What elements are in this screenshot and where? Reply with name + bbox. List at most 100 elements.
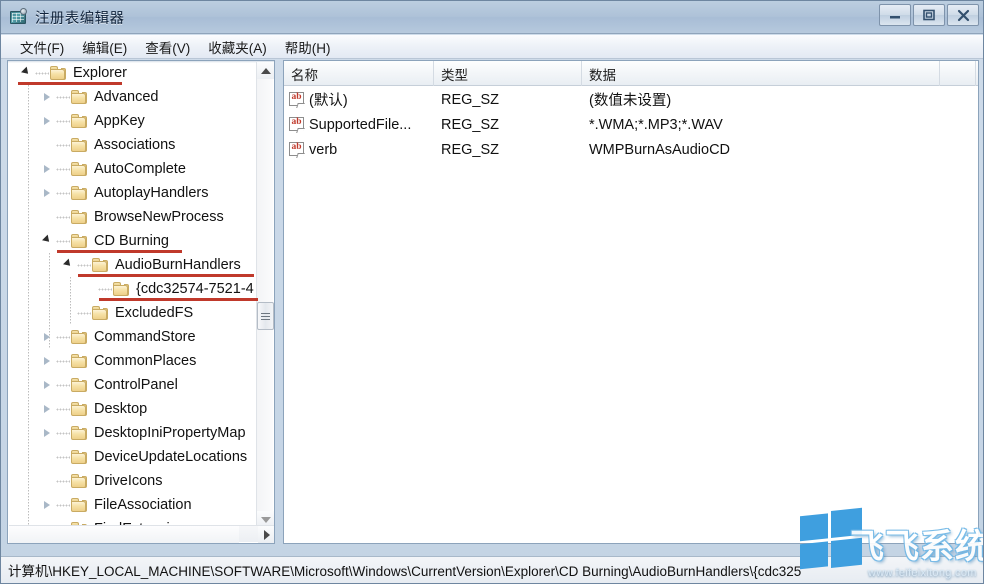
expand-arrow-icon[interactable] [39, 233, 55, 249]
tree-item-browsenewprocess[interactable]: BrowseNewProcess [8, 205, 258, 229]
values-column-headers: 名称 类型 数据 [284, 61, 978, 86]
tree-item-commonplaces[interactable]: CommonPlaces [8, 349, 258, 373]
table-row[interactable]: ab (默认) REG_SZ (数值未设置) [284, 87, 978, 112]
tree-scrollbar-thumb[interactable] [257, 302, 274, 330]
tree-connector-line [35, 65, 49, 81]
collapse-arrow-icon[interactable] [39, 329, 55, 345]
string-value-icon: ab [289, 117, 306, 133]
tree-item-label: ExcludedFS [115, 305, 194, 321]
values-rows: ab (默认) REG_SZ (数值未设置) ab SupportedFile... REG… [284, 87, 978, 162]
expand-arrow-icon[interactable] [60, 257, 76, 273]
tree-connector-line [56, 449, 70, 465]
tree-item-label: ControlPanel [94, 377, 178, 393]
column-header-name[interactable]: 名称 [284, 61, 434, 86]
tree-item-label: {cdc32574-7521-4 [136, 281, 254, 297]
registry-tree[interactable]: Explorer Advanced AppKey Associations AutoCo… [8, 61, 258, 527]
collapse-arrow-icon[interactable] [39, 161, 55, 177]
tree-item-advanced[interactable]: Advanced [8, 85, 258, 109]
tree-hscrollbar-thumb[interactable] [9, 526, 239, 543]
folder-icon [70, 209, 89, 225]
tree-item-excludedfs[interactable]: ExcludedFS [8, 301, 258, 325]
tree-connector-line [56, 425, 70, 441]
tree-item-associations[interactable]: Associations [8, 133, 258, 157]
tree-item-label: DriveIcons [94, 473, 163, 489]
tree-guide-line [70, 277, 71, 325]
annotation-underline [99, 298, 258, 301]
tree-item-label: FileAssociation [94, 497, 192, 513]
tree-item-driveicons[interactable]: DriveIcons [8, 469, 258, 493]
status-bar: 计算机\HKEY_LOCAL_MACHINE\SOFTWARE\Microsof… [1, 556, 983, 583]
tree-item-appkey[interactable]: AppKey [8, 109, 258, 133]
tree-connector-line [56, 353, 70, 369]
tree-item-autocomplete[interactable]: AutoComplete [8, 157, 258, 181]
column-header-data[interactable]: 数据 [582, 61, 940, 86]
scroll-up-arrow-icon[interactable] [257, 62, 274, 79]
tree-item-deviceupdatelocations[interactable]: DeviceUpdateLocations [8, 445, 258, 469]
tree-horizontal-scrollbar[interactable] [9, 525, 274, 543]
column-header-label: 名称 [291, 67, 318, 83]
string-value-icon: ab [289, 92, 306, 108]
folder-icon [70, 377, 89, 393]
tree-connector-line [77, 257, 91, 273]
close-button[interactable] [947, 4, 979, 26]
menu-edit[interactable]: 编辑(E) [73, 35, 136, 59]
registry-tree-pane[interactable]: Explorer Advanced AppKey Associations AutoCo… [7, 60, 275, 544]
tree-item-desktop[interactable]: Desktop [8, 397, 258, 421]
content-area: Explorer Advanced AppKey Associations AutoCo… [1, 60, 983, 552]
tree-item-label: AutoplayHandlers [94, 185, 209, 201]
scroll-right-arrow-icon[interactable] [258, 526, 274, 543]
tree-item-autoplayhandlers[interactable]: AutoplayHandlers [8, 181, 258, 205]
tree-connector-line [56, 137, 70, 153]
tree-connector [39, 473, 55, 489]
tree-item-label: CD Burning [94, 233, 169, 249]
tree-connector-line [56, 89, 70, 105]
tree-item-label: Explorer [73, 65, 127, 81]
annotation-underline [57, 250, 182, 253]
string-value-icon: ab [289, 142, 306, 158]
menu-favorites[interactable]: 收藏夹(A) [199, 35, 276, 59]
folder-icon [70, 449, 89, 465]
tree-item-desktopinipropertymap[interactable]: DesktopIniPropertyMap [8, 421, 258, 445]
column-header-label: 数据 [589, 67, 616, 83]
table-row[interactable]: ab SupportedFile... REG_SZ *.WMA;*.MP3;*.WA… [284, 112, 978, 137]
tree-item-commandstore[interactable]: CommandStore [8, 325, 258, 349]
collapse-arrow-icon[interactable] [39, 353, 55, 369]
collapse-arrow-icon[interactable] [39, 113, 55, 129]
menu-file[interactable]: 文件(F) [11, 35, 73, 59]
tree-item-label: CommandStore [94, 329, 196, 345]
tree-guide-line [49, 253, 50, 349]
maximize-button[interactable] [913, 4, 945, 26]
table-row[interactable]: ab verb REG_SZ WMPBurnAsAudioCD [284, 137, 978, 162]
tree-item-fileassociation[interactable]: FileAssociation [8, 493, 258, 517]
tree-item-label: DesktopIniPropertyMap [94, 425, 246, 441]
expand-arrow-icon[interactable] [18, 65, 34, 81]
collapse-arrow-icon[interactable] [39, 425, 55, 441]
tree-item-controlpanel[interactable]: ControlPanel [8, 373, 258, 397]
tree-connector-line [56, 113, 70, 129]
registry-values-pane[interactable]: 名称 类型 数据 ab (默认) REG_SZ (数值未设置) ab SupportedFil… [283, 60, 979, 544]
tree-vertical-scrollbar[interactable] [256, 62, 274, 528]
tree-connector-line [56, 161, 70, 177]
column-header-extra[interactable] [940, 61, 976, 86]
folder-icon [70, 329, 89, 345]
value-type-cell: REG_SZ [441, 116, 500, 133]
column-header-type[interactable]: 类型 [434, 61, 582, 86]
tree-item-label: AudioBurnHandlers [115, 257, 241, 273]
collapse-arrow-icon[interactable] [39, 89, 55, 105]
collapse-arrow-icon[interactable] [39, 497, 55, 513]
tree-item-label: AutoComplete [94, 161, 186, 177]
collapse-arrow-icon[interactable] [39, 185, 55, 201]
tree-connector-line [56, 473, 70, 489]
menu-view[interactable]: 查看(V) [136, 35, 199, 59]
folder-icon [49, 65, 68, 81]
collapse-arrow-icon[interactable] [39, 401, 55, 417]
value-name-cell: ab (默认) [284, 89, 434, 110]
tree-connector-line [56, 377, 70, 393]
registry-editor-window: 注册表编辑器 文件(F) 编辑(E) 查看(V) 收藏夹(A) 帮助(H) Ex… [0, 0, 984, 584]
menu-help[interactable]: 帮助(H) [276, 35, 340, 59]
value-type-cell: REG_SZ [441, 141, 500, 158]
folder-icon [70, 161, 89, 177]
minimize-button[interactable] [879, 4, 911, 26]
tree-item-label: BrowseNewProcess [94, 209, 224, 225]
collapse-arrow-icon[interactable] [39, 377, 55, 393]
